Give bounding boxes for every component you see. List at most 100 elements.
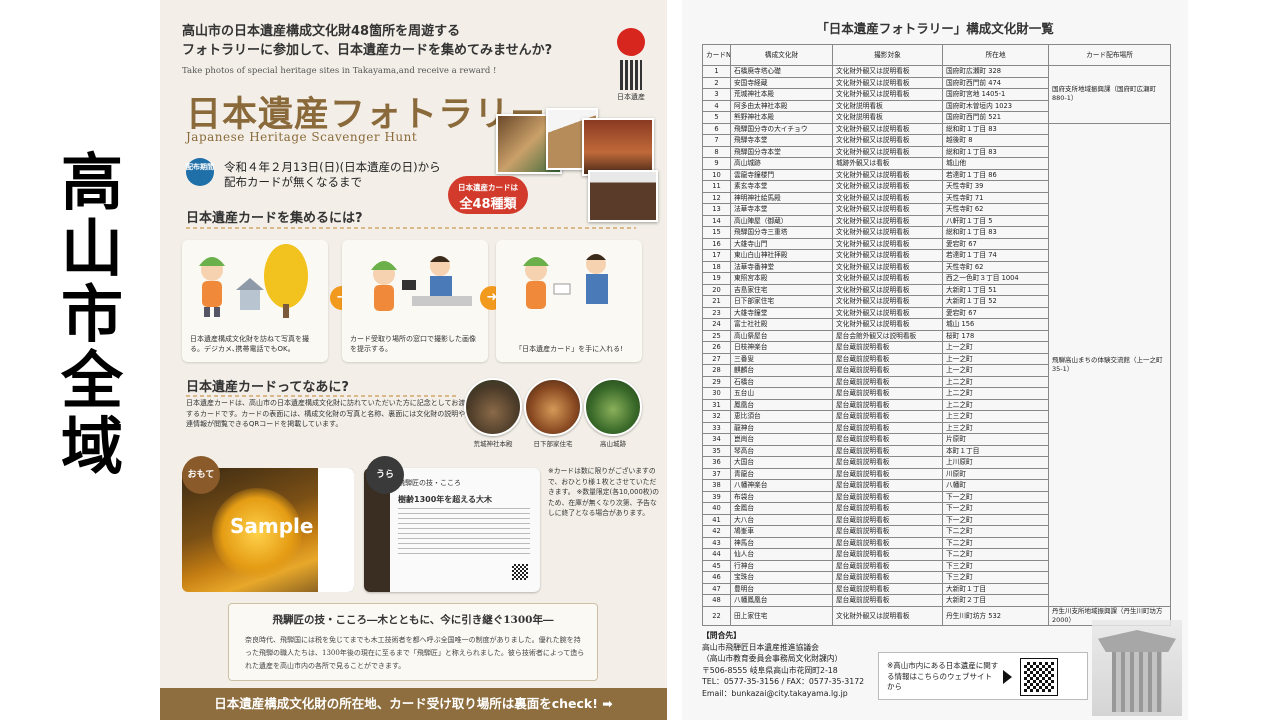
site-name-cell: 行神台: [730, 559, 833, 572]
period-line: 令和４年２月13日(日)(日本遺産の日)から: [224, 160, 441, 174]
period-line: 配布カードが無くなるまで: [224, 175, 362, 189]
photo-target-cell: 屋台蔵前説明看板: [832, 444, 943, 457]
location-cell: 天性寺町 62: [942, 203, 1049, 216]
location-cell: 西之一色町３丁目 1004: [942, 272, 1049, 285]
contact-email[interactable]: Email：bunkazai@city.takayama.lg.jp: [702, 688, 892, 700]
step-card-3: 「日本遺産カード」を手に入れる!: [496, 240, 642, 362]
qr-code-icon[interactable]: [1020, 658, 1058, 696]
site-name-cell: 金鳳台: [730, 502, 833, 515]
card-no-cell: 23: [702, 306, 731, 319]
divider: [186, 395, 456, 397]
flyer-subtitle: Japanese Heritage Scavenger Hunt: [186, 130, 418, 144]
card-note: ※カードは数に限りがございますので、おひとり様１枚とさせていただきます。 ※数量…: [548, 467, 660, 517]
photo-target-cell: 屋台蔵前説明看板: [832, 433, 943, 446]
card-no-cell: 34: [702, 433, 731, 446]
card-no-cell: 12: [702, 191, 731, 204]
vertical-caption: 高 山 市 全 域: [52, 150, 132, 480]
caption-char: 全: [60, 344, 123, 417]
card-no-cell: 35: [702, 444, 731, 457]
about-text: 日本遺産カードは、高山市の日本遺産構成文化財に訪れていただいた方に記念としてお渡…: [186, 399, 473, 428]
site-name-cell: 東照宮本殿: [730, 272, 833, 285]
bottom-banner: 日本遺産構成文化財の所在地、カード受け取り場所は裏面をcheck! ➡: [160, 688, 667, 720]
site-name-cell: 熊野神社本殿: [730, 111, 833, 124]
contact-info: 【問合先】 高山市飛騨匠日本遺産推進協議会 （高山市教育委員会事務局文化財課内）…: [702, 630, 892, 700]
caption-char: 市: [60, 278, 123, 351]
card-no-cell: 21: [702, 295, 731, 308]
card-no-cell: 43: [702, 536, 731, 549]
red-sun-icon: [617, 28, 645, 56]
flyer-intro: 高山市の日本遺産構成文化財48箇所を周遊する フォトラリーに参加して、日本遺産カ…: [182, 22, 582, 60]
card-back-text-lines: [398, 508, 530, 558]
site-name-cell: 飛騨寺本堂: [730, 134, 833, 147]
photo-target-cell: 文化財外観又は説明看板: [832, 180, 943, 193]
intro-line: フォトラリーに参加して、日本遺産カードを集めてみませんか?: [182, 43, 553, 58]
card-no-cell: 39: [702, 490, 731, 503]
site-name-cell: 雲龍寺鐘楼門: [730, 168, 833, 181]
header-cell: カードNo: [702, 44, 731, 66]
location-cell: 城山他: [942, 157, 1049, 170]
card-no-cell: 7: [702, 134, 731, 147]
contact-line: （高山市教育委員会事務局文化財課内）: [702, 654, 843, 664]
photo-target-cell: 文化財外観又は説明看板: [832, 605, 943, 626]
story-text: 奈良時代、飛騨国には税を免じてまでも木工技術者を都へ呼ぶ全国唯一の制度がありまし…: [245, 636, 585, 670]
card-no-cell: 44: [702, 548, 731, 561]
location-cell: 下三之町: [942, 559, 1049, 572]
photo-target-cell: 屋台蔵前説明看板: [832, 594, 943, 607]
site-list-page: 「日本遺産フォトラリー」構成文化財一覧 カードNo 構成文化財 撮影対象 所在地…: [682, 0, 1188, 720]
location-cell: 上三之町: [942, 410, 1049, 423]
location-cell: 若達町１丁目 74: [942, 249, 1049, 262]
location-cell: 上一之町: [942, 364, 1049, 377]
count-badge-small: 日本遺産カードは: [458, 183, 518, 192]
site-name-cell: 素玄寺本堂: [730, 180, 833, 193]
card-no-cell: 22: [702, 605, 731, 626]
location-cell: 城山 156: [942, 318, 1049, 331]
card-back-heading: 樹齢1300年を超える大木: [398, 495, 493, 504]
photo-target-cell: 屋台蔵前説明看板: [832, 421, 943, 434]
site-name-cell: 豊明台: [730, 582, 833, 595]
site-table: カードNo 構成文化財 撮影対象 所在地 カード配布場所 1石橋廃寺塔心礎文化財…: [702, 44, 1171, 626]
site-name-cell: 吉島家住宅: [730, 283, 833, 296]
site-name-cell: 宝珠台: [730, 571, 833, 584]
card-side-strip: [318, 468, 354, 592]
site-name-cell: 法華寺番神堂: [730, 260, 833, 273]
caption-char: 高: [60, 146, 123, 219]
card-no-cell: 25: [702, 329, 731, 342]
site-name-cell: 飛騨国分寺の大イチョウ: [730, 122, 833, 135]
card-no-cell: 20: [702, 283, 731, 296]
location-cell: 八幡町: [942, 479, 1049, 492]
location-cell: 愛宕町 67: [942, 237, 1049, 250]
card-no-cell: 31: [702, 398, 731, 411]
card-no-cell: 18: [702, 260, 731, 273]
site-name-cell: 恵比須台: [730, 410, 833, 423]
location-cell: 上二之町: [942, 375, 1049, 388]
location-cell: 国府町宮地 1405-1: [942, 88, 1049, 101]
location-cell: 大新町１丁目 52: [942, 295, 1049, 308]
card-no-cell: 24: [702, 318, 731, 331]
site-name-cell: 東山白山神社拝殿: [730, 249, 833, 262]
photo-target-cell: 屋台蔵前説明看板: [832, 525, 943, 538]
site-name-cell: 鳩峯車: [730, 525, 833, 538]
gate-body: [1112, 652, 1162, 712]
site-name-cell: 大八台: [730, 513, 833, 526]
distribution-place-cell: 飛騨高山まちの体験交流館（上一之町 35-1）: [1048, 122, 1171, 607]
play-arrow-icon: [1003, 670, 1012, 684]
site-name-cell: 荒城神社本殿: [730, 88, 833, 101]
location-cell: 上川原町: [942, 456, 1049, 469]
card-no-cell: 5: [702, 111, 731, 124]
photo-target-cell: 屋台蔵前説明看板: [832, 341, 943, 354]
photo-target-cell: 文化財外観又は説明看板: [832, 191, 943, 204]
card-no-cell: 13: [702, 203, 731, 216]
caption-char: 域: [60, 410, 123, 483]
contact-line: 高山市飛騨匠日本遺産推進協議会: [702, 642, 819, 652]
story-box: 飛騨匠の技・こころ―木とともに、今に引き継ぐ1300年― 奈良時代、飛騨国には税…: [228, 603, 598, 681]
location-cell: 大新町１丁目 51: [942, 283, 1049, 296]
location-cell: 総和町１丁目 83: [942, 145, 1049, 158]
thumb-photo: [464, 378, 522, 436]
location-cell: 下一之町: [942, 490, 1049, 503]
card-no-cell: 6: [702, 122, 731, 135]
photo-target-cell: 文化財外観又は説明看板: [832, 65, 943, 78]
card-no-cell: 37: [702, 467, 731, 480]
gate-roof: [1098, 630, 1176, 652]
card-no-cell: 8: [702, 145, 731, 158]
count-badge-large: 全48種類: [459, 197, 517, 212]
